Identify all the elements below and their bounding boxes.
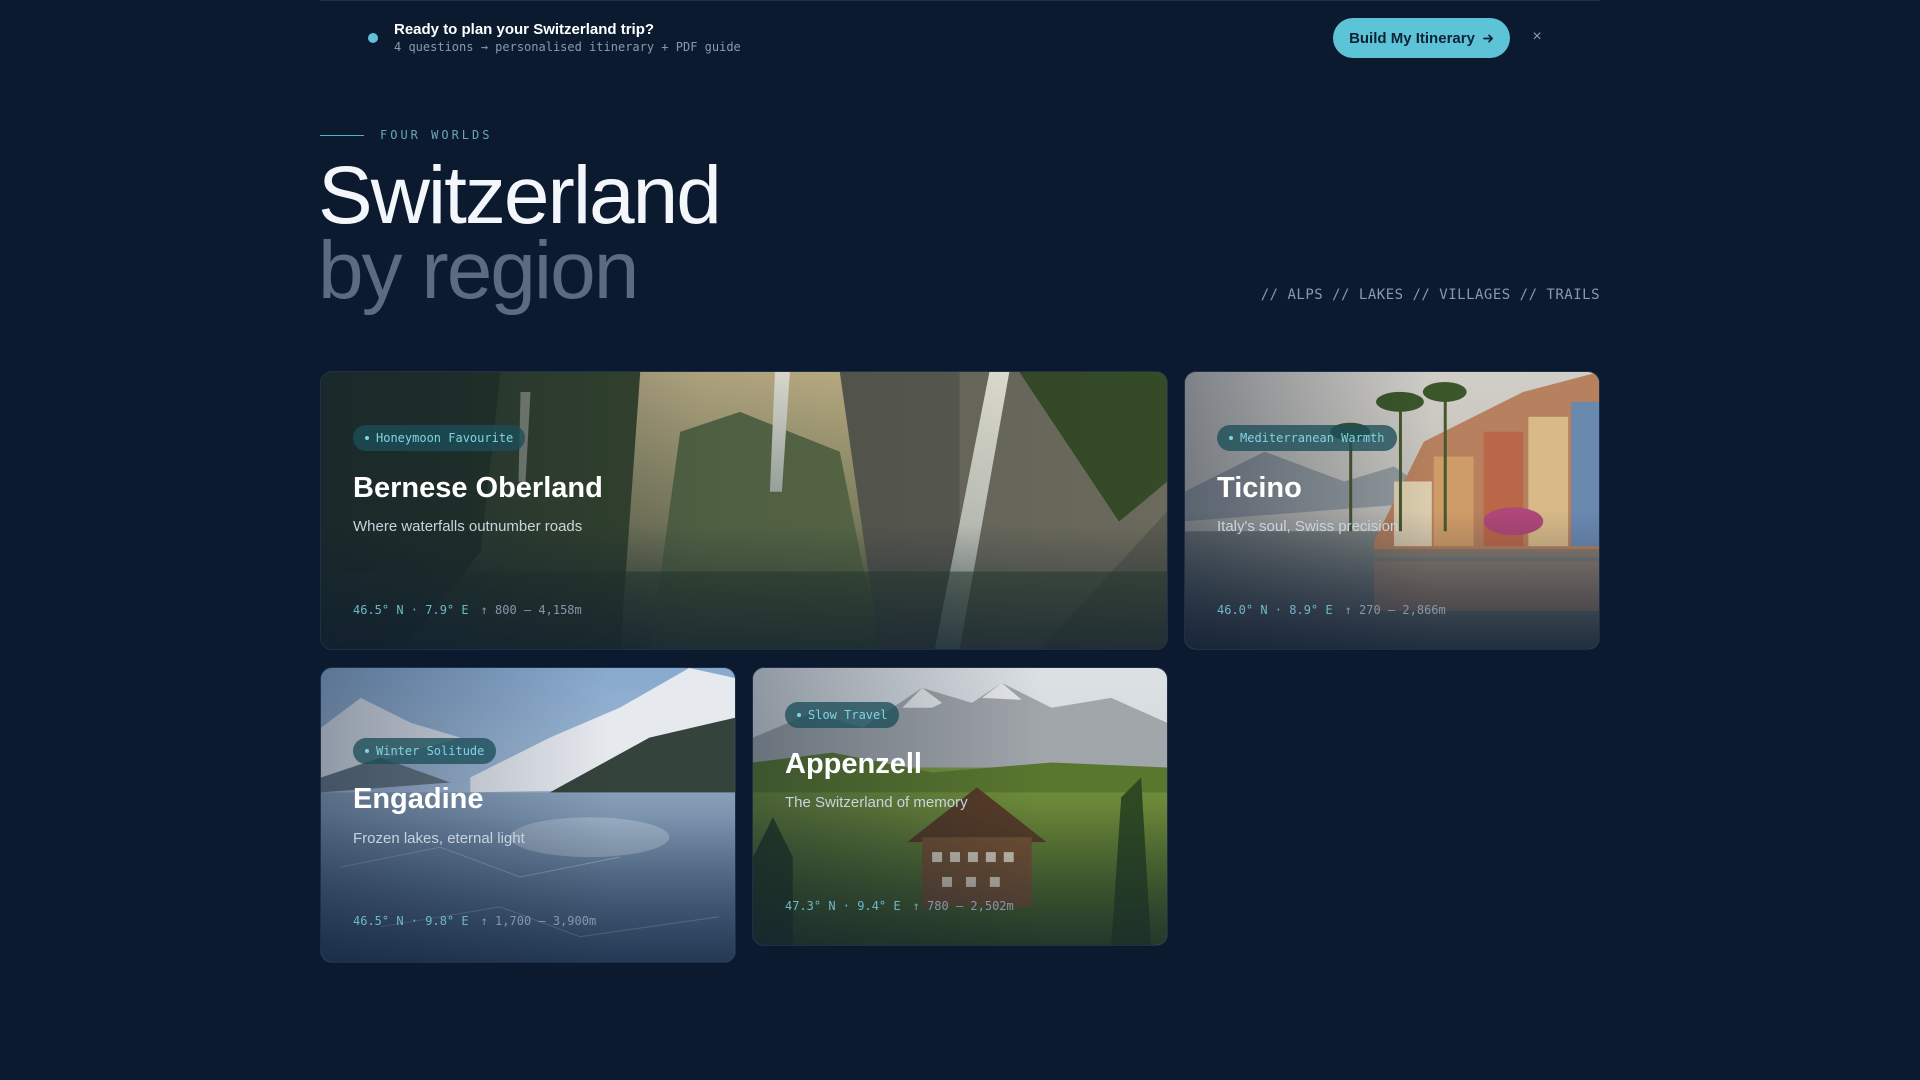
category-tags: // ALPS // LAKES // VILLAGES // TRAILS <box>1260 287 1600 303</box>
region-meta: 47.3° N · 9.4° E ↑ 780 – 2,502m <box>785 899 1014 913</box>
itinerary-banner: Ready to plan your Switzerland trip? 4 q… <box>320 0 1600 73</box>
badge-label: Honeymoon Favourite <box>376 431 514 445</box>
region-coordinates: 46.0° N · 8.9° E <box>1217 603 1333 617</box>
banner-subtitle: 4 questions → personalised itinerary + P… <box>394 40 741 54</box>
region-meta: 46.5° N · 7.9° E ↑ 800 – 4,158m <box>353 603 582 617</box>
region-card-engadine[interactable]: Winter Solitude Engadine Frozen lakes, e… <box>320 667 736 963</box>
region-coordinates: 46.5° N · 7.9° E <box>353 603 469 617</box>
region-card-bernese-oberland[interactable]: Honeymoon Favourite Bernese Oberland Whe… <box>320 371 1168 650</box>
region-meta: 46.0° N · 8.9° E ↑ 270 – 2,866m <box>1217 603 1446 617</box>
region-name: Appenzell <box>785 748 922 780</box>
region-coordinates: 46.5° N · 9.8° E <box>353 914 469 928</box>
badge-dot-icon <box>797 713 801 717</box>
page-subtitle: by region <box>318 225 639 316</box>
region-description: Frozen lakes, eternal light <box>353 830 525 847</box>
region-description: Italy's soul, Swiss precision <box>1217 518 1399 535</box>
region-altitude: ↑ 780 – 2,502m <box>912 899 1014 913</box>
badge-dot-icon <box>1229 436 1233 440</box>
badge-dot-icon <box>365 749 369 753</box>
badge-label: Mediterranean Warmth <box>1240 431 1385 445</box>
region-altitude: ↑ 270 – 2,866m <box>1344 603 1446 617</box>
region-badge: Mediterranean Warmth <box>1217 425 1397 451</box>
region-meta: 46.5° N · 9.8° E ↑ 1,700 – 3,900m <box>353 914 596 928</box>
region-name: Ticino <box>1217 472 1302 504</box>
region-badge: Winter Solitude <box>353 738 497 764</box>
arrow-right-icon <box>1483 33 1493 43</box>
build-itinerary-label: Build My Itinerary <box>1349 29 1475 47</box>
region-badge: Honeymoon Favourite <box>353 425 526 451</box>
close-icon[interactable]: × <box>1527 27 1547 47</box>
region-card-appenzell[interactable]: Slow Travel Appenzell The Switzerland of… <box>752 667 1168 946</box>
section-eyebrow: FOUR WORLDS <box>380 128 493 142</box>
region-badge: Slow Travel <box>785 702 900 728</box>
badge-dot-icon <box>365 436 369 440</box>
banner-title: Ready to plan your Switzerland trip? <box>394 21 655 38</box>
region-name: Bernese Oberland <box>353 472 603 504</box>
region-coordinates: 47.3° N · 9.4° E <box>785 899 901 913</box>
region-description: The Switzerland of memory <box>785 794 968 811</box>
region-description: Where waterfalls outnumber roads <box>353 518 583 535</box>
region-name: Engadine <box>353 783 484 815</box>
badge-label: Slow Travel <box>808 708 888 722</box>
region-card-ticino[interactable]: Mediterranean Warmth Ticino Italy's soul… <box>1184 371 1600 650</box>
status-dot-icon <box>368 33 378 43</box>
eyebrow-divider <box>320 135 364 136</box>
badge-label: Winter Solitude <box>376 744 485 758</box>
build-itinerary-button[interactable]: Build My Itinerary <box>1333 18 1510 58</box>
region-altitude: ↑ 1,700 – 3,900m <box>480 914 597 928</box>
region-altitude: ↑ 800 – 4,158m <box>480 603 582 617</box>
